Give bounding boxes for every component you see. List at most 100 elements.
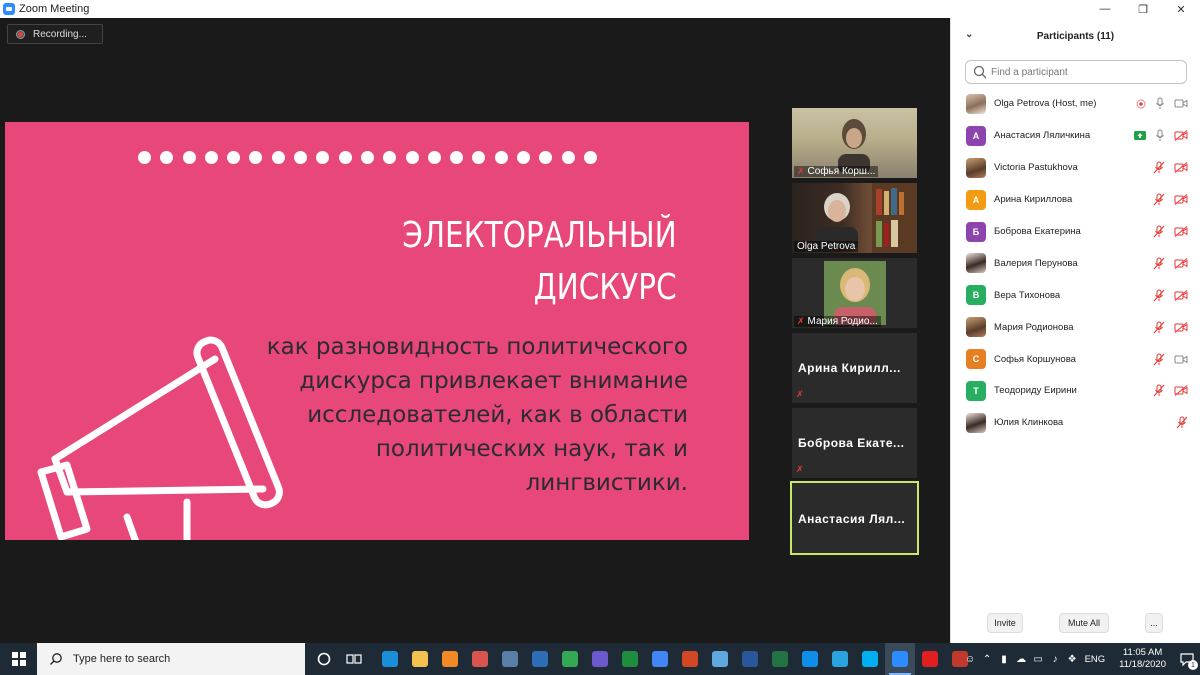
muted-mic-icon[interactable] bbox=[1153, 161, 1165, 174]
avatar bbox=[966, 412, 986, 433]
skype-icon[interactable] bbox=[855, 643, 885, 675]
active-speaker-thumbnail[interactable]: Анастасия Лял... bbox=[790, 481, 919, 555]
maximize-icon[interactable]: ❐ bbox=[1124, 0, 1162, 18]
avatar bbox=[966, 157, 986, 178]
lock-app-icon[interactable] bbox=[525, 643, 555, 675]
video-thumbnail[interactable]: ✗ Софья Корш... bbox=[792, 108, 917, 178]
video-off-icon[interactable] bbox=[1174, 385, 1188, 397]
slide-title-line: ЭЛЕКТОРАЛЬНЫЙ bbox=[402, 215, 677, 256]
invite-button[interactable]: Invite bbox=[987, 613, 1023, 633]
dropbox-icon[interactable]: ❖ bbox=[1064, 643, 1081, 675]
slide-body: как разновидность политического дискурса… bbox=[168, 330, 688, 500]
file-explorer-icon[interactable] bbox=[405, 643, 435, 675]
search-placeholder: Find a participant bbox=[991, 66, 1068, 78]
video-thumbnail[interactable]: ✗ Мария Родио... bbox=[792, 258, 917, 328]
video-off-icon[interactable] bbox=[1174, 162, 1188, 174]
video-thumbnail[interactable]: Olga Petrova bbox=[792, 183, 917, 253]
slide-body-line: лингвистики. bbox=[525, 470, 688, 496]
recording-indicator[interactable]: Recording... bbox=[7, 24, 103, 44]
video-off-icon[interactable] bbox=[1174, 226, 1188, 237]
participant-row[interactable]: Юлия Клинкова bbox=[951, 407, 1200, 439]
participant-row[interactable]: С Софья Коршунова bbox=[951, 343, 1200, 375]
muted-mic-icon[interactable] bbox=[1153, 225, 1165, 238]
docs-icon[interactable] bbox=[645, 643, 675, 675]
mic-icon[interactable] bbox=[1155, 129, 1165, 142]
cloud-icon[interactable]: ☁ bbox=[1013, 643, 1030, 675]
video-off-icon[interactable] bbox=[1174, 257, 1188, 269]
name-thumbnail[interactable]: Арина Кирилл... ✗ bbox=[792, 333, 917, 403]
sheets-icon[interactable] bbox=[615, 643, 645, 675]
taskbar-search[interactable]: Type here to search bbox=[37, 643, 305, 675]
app-icon[interactable] bbox=[465, 643, 495, 675]
chrome-icon[interactable] bbox=[555, 643, 585, 675]
person-icon[interactable]: ☺ bbox=[962, 643, 979, 675]
name-thumbnail[interactable]: Боброва Екате... ✗ bbox=[792, 408, 917, 478]
muted-mic-icon[interactable] bbox=[1153, 353, 1165, 366]
pinned-apps bbox=[375, 643, 975, 675]
search-icon bbox=[973, 65, 987, 79]
powerpoint-icon[interactable] bbox=[675, 643, 705, 675]
muted-mic-icon[interactable] bbox=[1176, 416, 1188, 429]
meeting-area: Recording... ЭЛЕКТОРАЛЬНЫЙ ДИСКУРС как р… bbox=[0, 18, 950, 643]
notifications-icon[interactable]: 1 bbox=[1174, 643, 1200, 675]
video-off-icon[interactable] bbox=[1174, 194, 1188, 206]
excel-icon[interactable] bbox=[765, 643, 795, 675]
participant-row[interactable]: Victoria Pastukhova bbox=[951, 152, 1200, 184]
participant-row[interactable]: Б Боброва Екатерина bbox=[951, 216, 1200, 248]
clock[interactable]: 11:05 AM 11/18/2020 bbox=[1119, 647, 1166, 671]
participant-status-icons bbox=[1136, 97, 1188, 110]
network-icon[interactable]: ▭ bbox=[1030, 643, 1047, 675]
volume-icon[interactable]: ♪ bbox=[1047, 643, 1064, 675]
participant-row[interactable]: А Арина Кириллова bbox=[951, 184, 1200, 216]
app2-icon[interactable] bbox=[585, 643, 615, 675]
task-view-icon[interactable] bbox=[339, 643, 369, 675]
participant-row[interactable]: Валерия Перунова bbox=[951, 247, 1200, 279]
chevron-up-icon[interactable]: ⌃ bbox=[979, 643, 996, 675]
muted-mic-icon[interactable] bbox=[1153, 321, 1165, 334]
muted-mic-icon[interactable] bbox=[1153, 289, 1165, 302]
windows-logo-icon bbox=[11, 652, 26, 666]
participant-row[interactable]: В Вера Тихонова bbox=[951, 279, 1200, 311]
muted-mic-icon[interactable] bbox=[1153, 257, 1165, 270]
participant-search[interactable]: Find a participant bbox=[965, 60, 1187, 84]
chevron-down-icon[interactable]: ⌄ bbox=[965, 29, 973, 40]
participant-status-icons bbox=[1153, 193, 1188, 206]
thumbnail-name: Арина Кирилл... bbox=[798, 361, 901, 375]
thumbnail-name: ✗ Софья Корш... bbox=[794, 166, 879, 177]
more-button[interactable]: ... bbox=[1145, 613, 1163, 633]
mic-tray-icon[interactable]: ▮ bbox=[996, 643, 1013, 675]
minimize-icon[interactable]: — bbox=[1086, 0, 1124, 18]
calculator-icon[interactable] bbox=[495, 643, 525, 675]
participant-status-icons bbox=[1153, 321, 1188, 334]
edge-icon[interactable] bbox=[375, 643, 405, 675]
video-icon[interactable] bbox=[1174, 354, 1188, 365]
telegram-icon[interactable] bbox=[825, 643, 855, 675]
video-icon[interactable] bbox=[1174, 98, 1188, 109]
muted-mic-icon: ✗ bbox=[796, 464, 804, 474]
acrobat-icon[interactable] bbox=[915, 643, 945, 675]
muted-mic-icon[interactable] bbox=[1153, 384, 1165, 397]
vlc-icon[interactable] bbox=[435, 643, 465, 675]
mic-icon[interactable] bbox=[1155, 97, 1165, 110]
weather-icon[interactable] bbox=[705, 643, 735, 675]
participant-row[interactable]: Т Теодориду Еирини bbox=[951, 375, 1200, 407]
muted-mic-icon: ✗ bbox=[797, 166, 805, 176]
participant-row[interactable]: Olga Petrova (Host, me) bbox=[951, 88, 1200, 120]
video-off-icon[interactable] bbox=[1174, 130, 1188, 142]
muted-mic-icon[interactable] bbox=[1153, 193, 1165, 206]
thumbnail-name: Анастасия Лял... bbox=[798, 512, 906, 526]
video-off-icon[interactable] bbox=[1174, 289, 1188, 301]
start-button[interactable] bbox=[0, 643, 37, 675]
teamviewer-icon[interactable] bbox=[795, 643, 825, 675]
avatar bbox=[966, 93, 986, 114]
mute-all-button[interactable]: Mute All bbox=[1059, 613, 1109, 633]
participant-row[interactable]: Мария Родионова bbox=[951, 311, 1200, 343]
zoom-icon[interactable] bbox=[885, 643, 915, 675]
cortana-icon[interactable] bbox=[309, 643, 339, 675]
participant-row[interactable]: А Анастасия Ляличкина bbox=[951, 120, 1200, 152]
panel-footer: Invite Mute All ... bbox=[951, 613, 1200, 633]
language-indicator[interactable]: ENG bbox=[1085, 654, 1106, 665]
close-icon[interactable]: ✕ bbox=[1162, 0, 1200, 18]
word-icon[interactable] bbox=[735, 643, 765, 675]
video-off-icon[interactable] bbox=[1174, 321, 1188, 333]
